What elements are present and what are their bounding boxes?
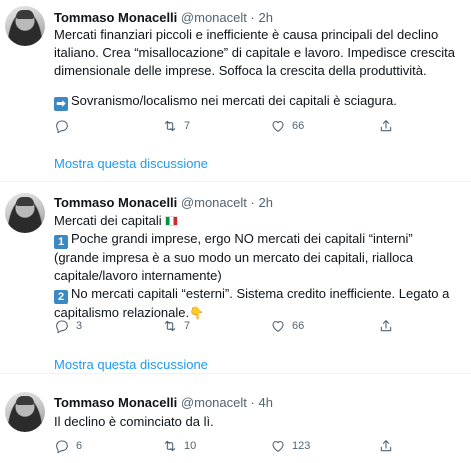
tweet-header: Tommaso Monacelli @monacelt · 2h: [54, 195, 273, 211]
share-icon: [380, 440, 392, 452]
like-count: 66: [292, 120, 305, 132]
tweet-actions: 6 10 123: [54, 438, 454, 456]
retweet-button[interactable]: 7: [162, 318, 190, 334]
retweet-count: 7: [184, 120, 191, 132]
keycap-two-icon: 2: [54, 290, 68, 304]
author-handle[interactable]: @monacelt: [181, 10, 247, 25]
keycap-one-icon: 1: [54, 235, 68, 249]
share-button[interactable]: [378, 318, 394, 334]
avatar[interactable]: [5, 392, 45, 432]
tweet[interactable]: Tommaso Monacelli @monacelt · 2h Mercati…: [0, 0, 471, 180]
tweet-paragraph: 1 Poche grandi imprese, ergo NO mercati d…: [54, 231, 414, 283]
like-icon: [272, 321, 284, 332]
like-icon: [272, 441, 284, 452]
tweet-actions: 3 7 66: [54, 318, 454, 336]
author-name[interactable]: Tommaso Monacelli: [54, 10, 177, 25]
author-handle[interactable]: @monacelt: [181, 195, 247, 210]
like-count: 123: [292, 440, 311, 452]
reply-icon: [56, 120, 68, 134]
tweet-time[interactable]: 4h: [258, 395, 272, 410]
separator: ·: [250, 195, 255, 210]
reply-count: 3: [76, 320, 83, 332]
tweet-feed: Tommaso Monacelli @monacelt · 2h Mercati…: [0, 0, 471, 463]
tweet-time[interactable]: 2h: [258, 10, 272, 25]
share-button[interactable]: [378, 118, 394, 134]
tweet-time[interactable]: 2h: [258, 195, 272, 210]
reply-button[interactable]: 6: [54, 438, 82, 454]
retweet-count: 7: [184, 320, 191, 332]
like-icon: [272, 121, 284, 132]
tweet[interactable]: Tommaso Monacelli @monacelt · 2h Mercati…: [0, 182, 471, 372]
separator: ·: [250, 395, 255, 410]
tweet[interactable]: Tommaso Monacelli @monacelt · 4h Il decl…: [0, 374, 471, 463]
author-name[interactable]: Tommaso Monacelli: [54, 395, 177, 410]
retweet-button[interactable]: 10: [162, 438, 196, 454]
author-name[interactable]: Tommaso Monacelli: [54, 195, 177, 210]
reply-icon: [56, 440, 68, 454]
share-icon: [380, 320, 392, 332]
tweet-header: Tommaso Monacelli @monacelt · 2h: [54, 10, 273, 26]
tweet-paragraph: Mercati finanziari piccoli e inefficient…: [54, 27, 456, 78]
share-icon: [380, 120, 392, 132]
share-button[interactable]: [378, 438, 394, 454]
tweet-paragraph: ➡ Sovranismo/localismo nei mercati dei ca…: [54, 92, 459, 111]
tweet-paragraph: Mercati dei capitali: [54, 212, 459, 230]
tweet-paragraph: 2 No mercati capitali “esterni”. Sistema …: [54, 286, 450, 320]
right-arrow-icon: ➡: [54, 97, 68, 111]
tweet-text: Il declino è cominciato da lì.: [54, 413, 459, 431]
author-handle[interactable]: @monacelt: [181, 395, 247, 410]
avatar[interactable]: [5, 6, 45, 46]
like-button[interactable]: 66: [270, 318, 304, 334]
show-thread-link[interactable]: Mostra questa discussione: [54, 357, 208, 372]
retweet-icon: [164, 440, 176, 452]
like-button[interactable]: 123: [270, 438, 310, 454]
show-thread-link[interactable]: Mostra questa discussione: [54, 156, 208, 171]
reply-icon: [56, 320, 68, 334]
separator: ·: [250, 10, 255, 25]
tweet-actions: 7 66: [54, 118, 454, 136]
tweet-text: Mercati dei capitali 1 Poche grandi impre…: [54, 212, 459, 322]
avatar[interactable]: [5, 193, 45, 233]
like-count: 66: [292, 320, 305, 332]
retweet-count: 10: [184, 440, 197, 452]
like-button[interactable]: 66: [270, 118, 304, 134]
retweet-icon: [164, 120, 176, 132]
reply-button[interactable]: [54, 118, 76, 134]
tweet-text: Mercati finanziari piccoli e inefficient…: [54, 26, 459, 111]
retweet-icon: [164, 320, 176, 332]
reply-button[interactable]: 3: [54, 318, 82, 334]
reply-count: 6: [76, 440, 83, 452]
flag-italy-icon: [164, 216, 178, 226]
tweet-header: Tommaso Monacelli @monacelt · 4h: [54, 395, 273, 411]
tweet-paragraph: Il declino è cominciato da lì.: [54, 414, 214, 429]
retweet-button[interactable]: 7: [162, 118, 190, 134]
